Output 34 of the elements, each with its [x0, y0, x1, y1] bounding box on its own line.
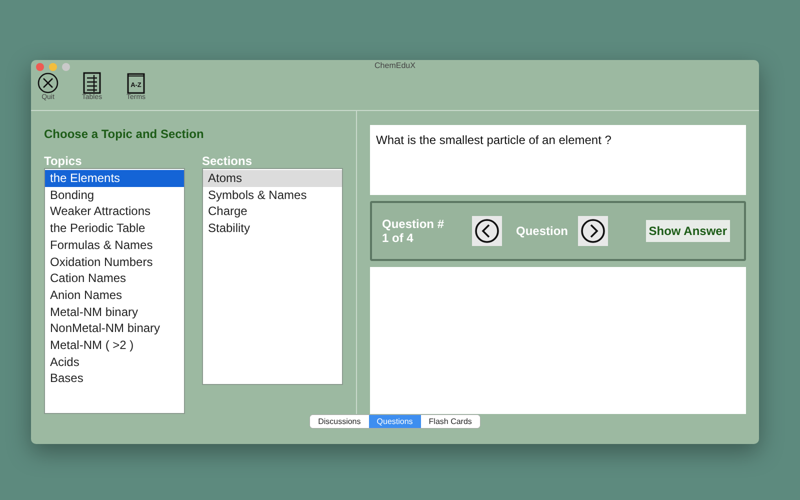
list-item[interactable]: the Periodic Table	[45, 220, 184, 237]
list-item[interactable]: Cation Names	[45, 270, 184, 287]
list-item[interactable]: Metal-NM binary	[45, 304, 184, 320]
list-item[interactable]: NonMetal-NM binary	[45, 320, 184, 338]
chevron-left-icon	[474, 218, 500, 244]
close-icon[interactable]	[36, 63, 44, 71]
previous-button[interactable]	[472, 216, 502, 246]
list-title: Topics	[44, 155, 83, 167]
list-title: Sections	[202, 155, 254, 167]
list-item[interactable]: the Elements	[45, 170, 184, 187]
panel-heading: Choose a Topic and Section	[44, 126, 205, 143]
list-item[interactable]: Symbols & Names	[203, 186, 342, 204]
chevron-right-icon	[580, 218, 606, 244]
question-counter: 1 of 4	[382, 231, 414, 245]
minimize-icon[interactable]	[49, 63, 57, 71]
show-answer-button[interactable]: Show Answer	[646, 220, 730, 242]
list-item[interactable]: Acids	[45, 354, 184, 370]
list-item[interactable]: Charge	[203, 203, 342, 220]
table-icon	[81, 72, 103, 94]
zoom-icon[interactable]	[62, 63, 70, 71]
list-item[interactable]: Bonding	[45, 186, 184, 204]
list-item[interactable]: Atoms	[203, 170, 342, 187]
window-title: ChemEduX	[374, 60, 416, 72]
list-item[interactable]: Metal-NM ( >2 )	[45, 337, 184, 354]
question-text: What is the smallest particle of an element ?	[370, 125, 746, 195]
list-item[interactable]: Anion Names	[45, 286, 184, 304]
list-item[interactable]: Bases	[45, 370, 184, 388]
list-item[interactable]: Weaker Attractions	[45, 203, 184, 220]
list-item[interactable]: Formulas & Names	[45, 236, 184, 254]
list-item[interactable]: Stability	[203, 220, 342, 237]
next-button[interactable]	[578, 216, 608, 246]
list-item[interactable]: Oxidation Numbers	[45, 254, 184, 270]
navigation-label: Question	[516, 223, 568, 240]
counter-title: Question #	[382, 217, 446, 231]
